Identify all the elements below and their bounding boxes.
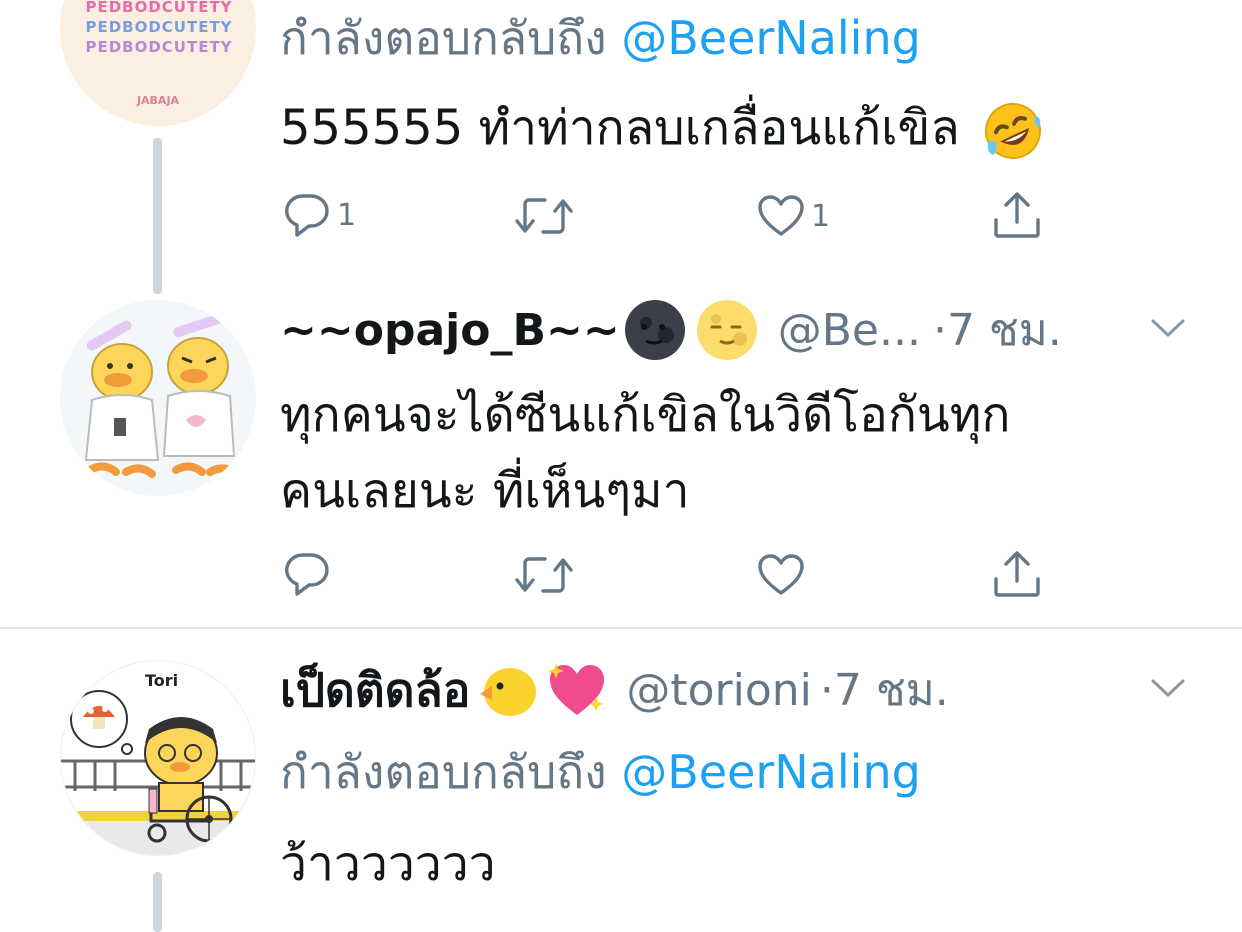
tweet2-header: ~~opajo_B~~ @Be... ·7 ชม. xyxy=(280,300,1190,360)
retweet-icon xyxy=(515,557,573,593)
sparkling-heart-emoji xyxy=(548,663,605,715)
tweet3-menu-button[interactable] xyxy=(1150,676,1186,704)
tweet3-header: เป็ดติดล้อ @torioni ·7 ชม. xyxy=(280,658,1160,722)
chevron-down-icon xyxy=(1151,679,1185,697)
tweet2-text: ทุกคนจะได้ซีนแก้เขิลในวิดีโอกันทุก คนเลย… xyxy=(280,385,1010,521)
handle[interactable]: @Be... xyxy=(778,305,921,356)
tweet-divider xyxy=(0,627,1242,629)
reply-button[interactable] xyxy=(283,551,331,597)
avatar-text-line: PEDBODCUTETY xyxy=(85,18,233,36)
reply-count: 1 xyxy=(337,197,357,233)
tweet-text: 555555 ทำท่ากลบเกลื่อนแก้เขิล xyxy=(280,100,960,156)
handle[interactable]: @torioni xyxy=(626,665,812,716)
like-icon xyxy=(758,195,804,236)
chevron-down-icon xyxy=(1151,319,1185,337)
replying-to: กำลังตอบกลับถึง @BeerNaling xyxy=(280,10,921,66)
tweet3-text: ว้าวววววว xyxy=(280,836,496,892)
timestamp[interactable]: ·7 ชม. xyxy=(933,295,1062,365)
retweet-button[interactable] xyxy=(515,194,573,238)
avatar-text-line: PEDBODCUTETY xyxy=(85,0,233,16)
reply-button[interactable]: 1 xyxy=(283,192,356,238)
new-moon-face-emoji xyxy=(624,300,685,360)
like-button[interactable] xyxy=(757,553,805,597)
replying-prefix: กำลังตอบกลับถึง xyxy=(280,11,607,65)
reply-icon xyxy=(285,553,329,596)
thread-line xyxy=(153,138,162,294)
tweet1-text: 555555 ทำท่ากลบเกลื่อนแก้เขิล xyxy=(280,100,1043,161)
display-name[interactable]: เป็ดติดล้อ xyxy=(280,654,470,727)
like-count: 1 xyxy=(811,198,831,234)
share-icon xyxy=(994,192,1040,238)
share-button[interactable] xyxy=(992,549,1042,599)
reply-icon xyxy=(285,194,329,237)
duck-wheelchair-illustration xyxy=(61,661,255,855)
replying-to: กำลังตอบกลับถึง @BeerNaling xyxy=(280,744,921,800)
tweet1-avatar[interactable]: PEDBODCUTETY PEDBODCUTETY PEDBODCUTETY J… xyxy=(60,0,256,126)
retweet-icon xyxy=(515,198,573,234)
tweet-text-line: คนเลยนะ ที่เห็นๆมา xyxy=(280,463,690,519)
chick-emoji xyxy=(480,668,537,716)
replying-prefix: กำลังตอบกลับถึง xyxy=(280,745,607,799)
share-button[interactable] xyxy=(992,190,1042,240)
replying-handle-link[interactable]: @BeerNaling xyxy=(621,11,921,65)
like-icon xyxy=(758,554,804,595)
rofl-emoji xyxy=(985,103,1042,159)
timestamp[interactable]: ·7 ชม. xyxy=(820,655,949,725)
tweet-text-line: ทุกคนจะได้ซีนแก้เขิลในวิดีโอกันทุก xyxy=(280,387,1011,443)
like-button[interactable]: 1 xyxy=(757,194,830,238)
tweet3-avatar[interactable]: Tori xyxy=(60,660,256,856)
avatar-brand: JABAJA xyxy=(136,94,180,107)
tweet2-menu-button[interactable] xyxy=(1150,316,1186,344)
share-icon xyxy=(994,551,1040,597)
replying-handle-link[interactable]: @BeerNaling xyxy=(621,745,921,799)
full-moon-face-emoji xyxy=(696,300,757,360)
avatar-text-line: PEDBODCUTETY xyxy=(85,38,233,56)
duck-couple-illustration xyxy=(60,300,256,496)
tweet2-avatar[interactable] xyxy=(60,300,256,496)
thread-line xyxy=(153,872,162,932)
avatar-label: Tori xyxy=(145,671,179,690)
display-name[interactable]: ~~opajo_B~~ xyxy=(280,305,620,356)
retweet-button[interactable] xyxy=(515,553,573,597)
